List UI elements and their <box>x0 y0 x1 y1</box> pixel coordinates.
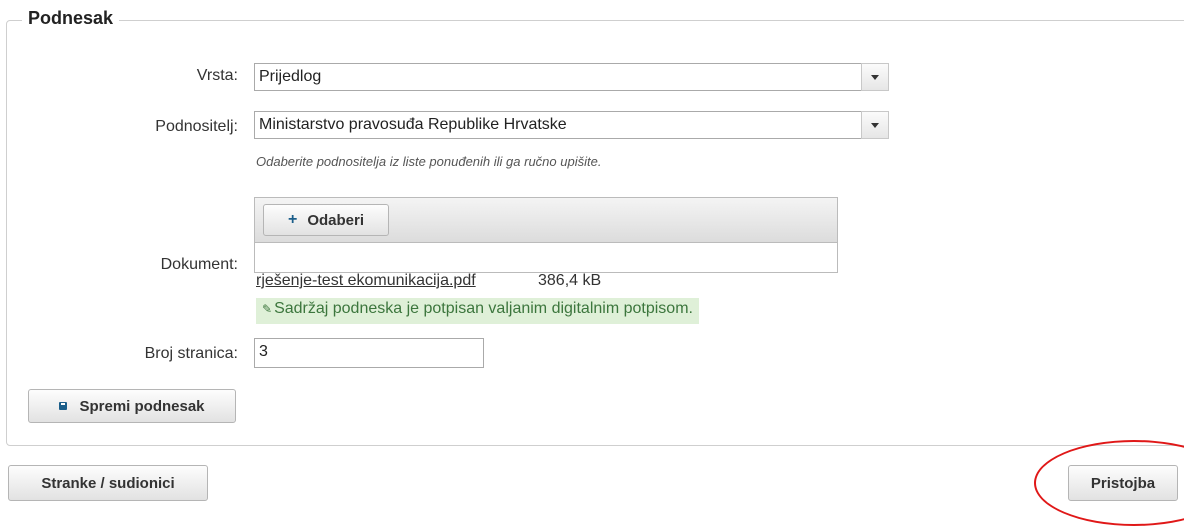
stranke-sudionici-button[interactable]: Stranke / sudionici <box>8 465 208 501</box>
choose-file-button[interactable]: + Odaberi <box>263 204 389 236</box>
save-button[interactable]: Spremi podnesak <box>28 389 236 423</box>
file-name-link[interactable]: rješenje-test ekomunikacija.pdf <box>256 272 476 289</box>
stranke-sudionici-label: Stranke / sudionici <box>41 474 175 492</box>
save-icon <box>59 402 68 410</box>
signature-status-text: Sadržaj podneska je potpisan valjanim di… <box>274 300 693 317</box>
panel-legend: Podnesak <box>22 8 120 29</box>
podnositelj-label: Podnositelj: <box>155 118 238 135</box>
choose-file-label: Odaberi <box>307 211 365 229</box>
file-upload-toolbar: + Odaberi <box>255 198 837 243</box>
pencil-icon: ✎ <box>262 302 273 316</box>
podnositelj-select[interactable]: Ministarstvo pravosuđa Republike Hrvatsk… <box>254 111 889 139</box>
broj-stranica-input[interactable]: 3 <box>254 338 484 368</box>
save-button-label: Spremi podnesak <box>79 397 205 415</box>
file-upload: + Odaberi <box>254 197 838 273</box>
vrsta-dropdown-button[interactable] <box>861 63 889 91</box>
podnositelj-hint: Odaberite podnositelja iz liste ponuđeni… <box>256 154 602 169</box>
dokument-label: Dokument: <box>160 256 238 273</box>
vrsta-select[interactable]: Prijedlog <box>254 63 889 91</box>
podnositelj-value: Ministarstvo pravosuđa Republike Hrvatsk… <box>259 116 567 133</box>
signature-status: ✎ Sadržaj podneska je potpisan valjanim d… <box>256 298 699 324</box>
chevron-down-icon <box>871 122 879 128</box>
vrsta-label: Vrsta: <box>196 67 238 84</box>
podnositelj-dropdown-button[interactable] <box>861 111 889 139</box>
file-size: 386,4 kB <box>538 272 602 289</box>
annotation-circle <box>1034 440 1184 526</box>
chevron-down-icon <box>871 74 879 80</box>
plus-icon: + <box>287 211 298 228</box>
uploaded-file-row: rješenje-test ekomunikacija.pdf 386,4 kB <box>256 272 601 290</box>
broj-stranica-label: Broj stranica: <box>144 345 238 362</box>
vrsta-value: Prijedlog <box>259 68 322 85</box>
